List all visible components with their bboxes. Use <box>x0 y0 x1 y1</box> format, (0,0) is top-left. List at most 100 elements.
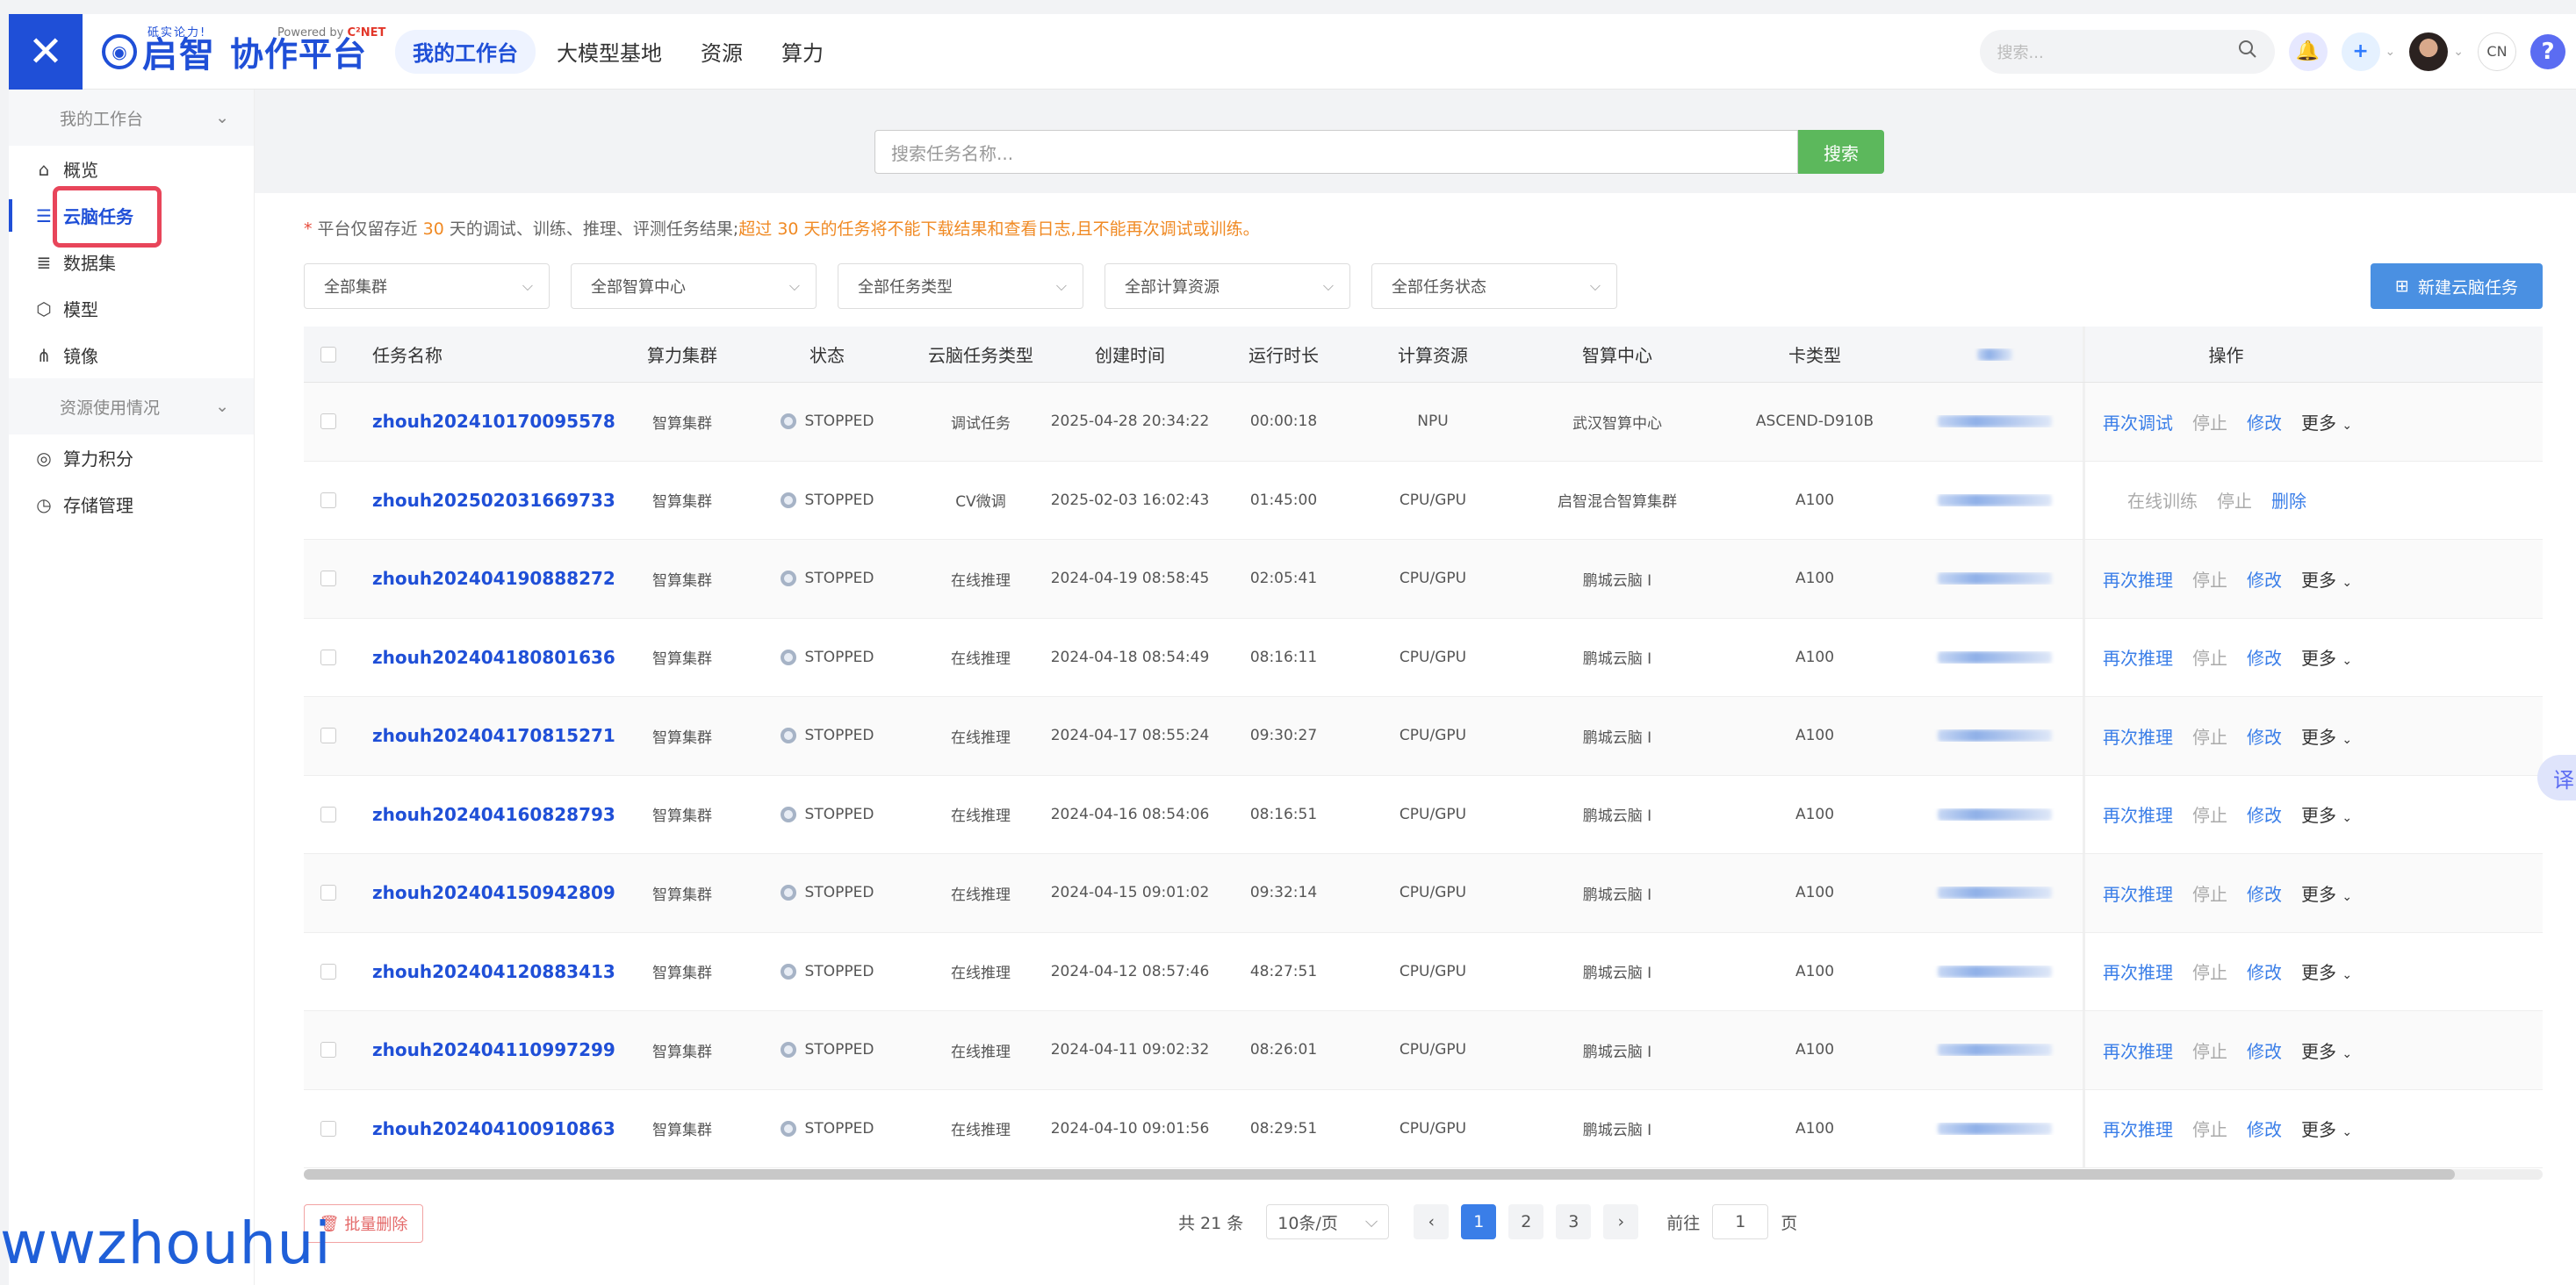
task-name-link[interactable]: zhouh202404110997299 <box>353 1039 625 1060</box>
edit-button[interactable]: 修改 <box>2247 880 2282 906</box>
more-button[interactable]: 更多 ⌄ <box>2301 1116 2352 1141</box>
task-search-input[interactable]: 搜索任务名称... <box>874 130 1798 174</box>
task-name-link[interactable]: zhouh202404190888272 <box>353 568 625 589</box>
row-checkbox[interactable] <box>304 885 353 901</box>
more-button[interactable]: 更多 ⌄ <box>2301 958 2352 984</box>
more-button[interactable]: 更多 ⌄ <box>2301 409 2352 434</box>
logo[interactable]: 砥实论力! ◉ 启智 协作平台 Powered by C²NET <box>102 14 385 90</box>
bell-icon[interactable]: 🔔 <box>2288 32 2328 71</box>
table-row[interactable]: zhouh202404170815271 智算集群 STOPPED 在线推理 2024-… <box>304 697 2543 776</box>
nav-compute[interactable]: 算力 <box>781 30 824 74</box>
rerun-button[interactable]: 再次推理 <box>2103 1037 2173 1063</box>
rerun-button[interactable]: 再次推理 <box>2103 958 2173 984</box>
table-row[interactable]: zhouh202404110997299 智算集群 STOPPED 在线推理 2024-… <box>304 1011 2543 1090</box>
rerun-button[interactable]: 再次推理 <box>2103 880 2173 906</box>
edit-button[interactable]: 修改 <box>2247 801 2282 827</box>
sidebar-item-overview[interactable]: ⌂ 概览 <box>9 146 254 192</box>
chevron-down-icon[interactable]: ⌄ <box>2385 45 2396 59</box>
plus-icon[interactable]: + <box>2341 32 2380 71</box>
prev-page-button[interactable]: ‹ <box>1414 1204 1450 1239</box>
search-button[interactable]: 搜索 <box>1798 130 1884 174</box>
stop-button[interactable]: 停止 <box>2192 958 2227 984</box>
row-checkbox[interactable] <box>304 963 353 980</box>
row-checkbox[interactable] <box>304 806 353 822</box>
more-button[interactable]: 更多 ⌄ <box>2301 880 2352 906</box>
row-checkbox[interactable] <box>304 728 353 744</box>
stop-button[interactable]: 停止 <box>2192 801 2227 827</box>
sidebar-item-cloud-tasks[interactable]: ☰ 云脑任务 <box>9 192 254 239</box>
sidebar-item-images[interactable]: ⋔ 镜像 <box>9 332 254 378</box>
row-checkbox[interactable] <box>304 1120 353 1137</box>
stop-button[interactable]: 停止 <box>2192 723 2227 749</box>
more-button[interactable]: 更多 ⌄ <box>2301 644 2352 670</box>
stop-button[interactable]: 停止 <box>2217 487 2252 513</box>
edit-button[interactable]: 修改 <box>2247 644 2282 670</box>
global-search-input[interactable]: 搜索... <box>1979 29 2275 74</box>
task-name-link[interactable]: zhouh202404160828793 <box>353 804 625 825</box>
task-name-link[interactable]: zhouh202502031669733 <box>353 490 625 511</box>
online-train-button[interactable]: 在线训练 <box>2127 487 2198 513</box>
stop-button[interactable]: 停止 <box>2192 880 2227 906</box>
sidebar-group-workbench[interactable]: 我的工作台 ⌄ <box>9 90 254 146</box>
task-name-link[interactable]: zhouh202404180801636 <box>353 647 625 668</box>
edit-button[interactable]: 修改 <box>2247 566 2282 592</box>
nav-resources[interactable]: 资源 <box>701 30 743 74</box>
task-name-link[interactable]: zhouh202404150942809 <box>353 882 625 903</box>
more-button[interactable]: 更多 ⌄ <box>2301 566 2352 592</box>
stop-button[interactable]: 停止 <box>2192 409 2227 434</box>
filter-center[interactable]: 全部智算中心 ⌵ <box>571 263 817 309</box>
stop-button[interactable]: 停止 <box>2192 1116 2227 1141</box>
row-checkbox[interactable] <box>304 413 353 430</box>
stop-button[interactable]: 停止 <box>2192 1037 2227 1063</box>
table-row[interactable]: zhouh202410170095578 智算集群 STOPPED 调试任务 2025-… <box>304 383 2543 462</box>
filter-task-type[interactable]: 全部任务类型 ⌵ <box>838 263 1083 309</box>
next-page-button[interactable]: › <box>1603 1204 1639 1239</box>
row-checkbox[interactable] <box>304 571 353 587</box>
search-icon[interactable] <box>2238 39 2257 63</box>
task-name-link[interactable]: zhouh202404120883413 <box>353 961 625 982</box>
sidebar-item-points[interactable]: ◎ 算力积分 <box>9 434 254 481</box>
sidebar-item-datasets[interactable]: ≣ 数据集 <box>9 239 254 285</box>
help-icon[interactable]: ? <box>2530 33 2565 69</box>
table-row[interactable]: zhouh202404120883413 智算集群 STOPPED 在线推理 2024-… <box>304 932 2543 1011</box>
rerun-button[interactable]: 再次推理 <box>2103 723 2173 749</box>
translate-tab[interactable]: 译 <box>2537 755 2576 800</box>
stop-button[interactable]: 停止 <box>2192 566 2227 592</box>
chevron-down-icon[interactable]: ⌄ <box>2453 45 2464 59</box>
language-switch[interactable]: CN <box>2478 32 2516 71</box>
task-name-link[interactable]: zhouh202404170815271 <box>353 725 625 746</box>
table-row[interactable]: zhouh202404160828793 智算集群 STOPPED 在线推理 2024-… <box>304 775 2543 854</box>
row-checkbox[interactable] <box>304 492 353 508</box>
table-row[interactable]: zhouh202502031669733 智算集群 STOPPED CV微调 2025-… <box>304 461 2543 540</box>
horizontal-scrollbar[interactable] <box>304 1169 2543 1180</box>
sidebar-item-models[interactable]: ⬡ 模型 <box>9 285 254 332</box>
page-3[interactable]: 3 <box>1556 1204 1592 1239</box>
edit-button[interactable]: 修改 <box>2247 409 2282 434</box>
table-row[interactable]: zhouh202404150942809 智算集群 STOPPED 在线推理 2024-… <box>304 854 2543 933</box>
nav-workbench[interactable]: 我的工作台 <box>395 29 536 74</box>
row-checkbox[interactable] <box>304 1042 353 1059</box>
rerun-button[interactable]: 再次调试 <box>2103 409 2173 434</box>
row-checkbox[interactable] <box>304 649 353 665</box>
more-button[interactable]: 更多 ⌄ <box>2301 723 2352 749</box>
page-2[interactable]: 2 <box>1508 1204 1544 1239</box>
table-row[interactable]: zhouh202404100910863 智算集群 STOPPED 在线推理 2024-… <box>304 1089 2543 1168</box>
edit-button[interactable]: 修改 <box>2247 1037 2282 1063</box>
goto-page-input[interactable]: 1 <box>1712 1204 1769 1239</box>
sidebar-group-resource-usage[interactable]: 资源使用情况 ⌄ <box>9 378 254 434</box>
avatar[interactable] <box>2409 32 2449 71</box>
more-button[interactable]: 更多 ⌄ <box>2301 1037 2352 1063</box>
table-row[interactable]: zhouh202404180801636 智算集群 STOPPED 在线推理 2024-… <box>304 618 2543 697</box>
filter-cluster[interactable]: 全部集群 ⌵ <box>304 263 550 309</box>
rerun-button[interactable]: 再次推理 <box>2103 644 2173 670</box>
edit-button[interactable]: 修改 <box>2247 1116 2282 1141</box>
select-all-checkbox[interactable] <box>304 346 353 363</box>
filter-status[interactable]: 全部任务状态 ⌵ <box>1371 263 1617 309</box>
edit-button[interactable]: 修改 <box>2247 723 2282 749</box>
sidebar-item-storage[interactable]: ◷ 存储管理 <box>9 481 254 528</box>
task-name-link[interactable]: zhouh202410170095578 <box>353 411 625 432</box>
delete-button[interactable]: 删除 <box>2271 487 2306 513</box>
stop-button[interactable]: 停止 <box>2192 644 2227 670</box>
filter-resource[interactable]: 全部计算资源 ⌵ <box>1105 263 1350 309</box>
nav-model-base[interactable]: 大模型基地 <box>557 30 662 74</box>
